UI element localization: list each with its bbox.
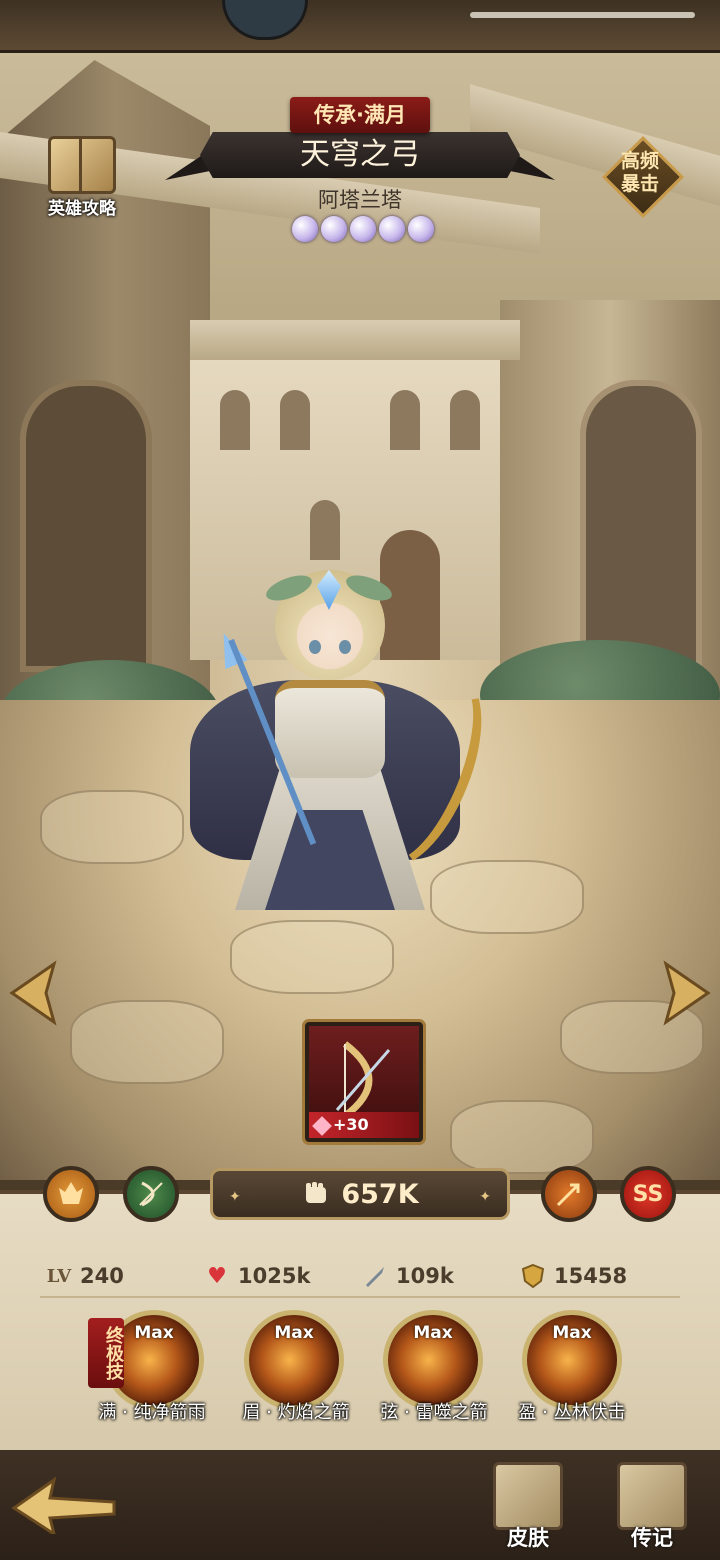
stone [450, 1100, 594, 1174]
skill-4-button[interactable]: Max [522, 1310, 622, 1410]
window [390, 390, 420, 450]
fire-arrow-icon [556, 1183, 580, 1207]
window [450, 390, 480, 450]
level-icon: LV [46, 1265, 72, 1287]
bow-icon [335, 1041, 391, 1119]
stat-hp: ♥ 1025k [204, 1260, 310, 1292]
portrait-icon [493, 1462, 563, 1530]
skin-tab-button[interactable]: 皮肤 [488, 1462, 568, 1552]
sparkle-icon: ✦ [479, 1189, 491, 1205]
arrow-left-icon [9, 960, 57, 1026]
hero-eye [309, 640, 321, 654]
skill-max-label: Max [552, 1323, 592, 1343]
stone [70, 1000, 224, 1084]
faction-badge-icon[interactable] [43, 1166, 99, 1222]
moon-star-icon [379, 216, 405, 242]
moon-star-icon [350, 216, 376, 242]
back-arrow-icon [11, 1476, 116, 1538]
stone [230, 920, 394, 994]
shield-icon [520, 1263, 546, 1289]
damage-type-badge-icon[interactable] [541, 1166, 597, 1222]
combat-power-display: ✦ 657K ✦ [210, 1168, 510, 1220]
combat-power-value: 657K [341, 1178, 419, 1210]
hero-guide-button[interactable]: 英雄攻略 [38, 136, 126, 220]
biography-tab-label: 传记 [631, 1526, 673, 1550]
trait-tag-label: 高频 暴击 [604, 150, 676, 196]
stats-divider [40, 1296, 680, 1298]
flame-crown-icon [59, 1182, 83, 1204]
progress-line [470, 12, 695, 18]
trait-tag[interactable]: 高频 暴击 [601, 135, 685, 219]
skill-2-button[interactable]: Max [244, 1310, 344, 1410]
hero-name: 阿塔兰塔 [318, 188, 402, 212]
skill-max-label: Max [413, 1323, 453, 1343]
previous-hero-button[interactable] [8, 960, 68, 1026]
sword-icon [362, 1263, 388, 1289]
moon-star-icon [321, 216, 347, 242]
sparkle-icon: ✦ [229, 1189, 241, 1205]
moon-star-icon [292, 216, 318, 242]
hero-character[interactable] [180, 560, 505, 920]
exclusive-weapon-slot[interactable]: +30 [305, 1022, 423, 1142]
hp-value: 1025k [238, 1264, 311, 1288]
grade-badge[interactable]: SS [620, 1166, 676, 1222]
bow-class-icon [139, 1181, 163, 1207]
stat-level: LV 240 [46, 1260, 124, 1292]
ultimate-skill-tag: 终极技 [88, 1318, 124, 1388]
book-icon [48, 136, 116, 194]
guild-emblem-icon[interactable] [222, 0, 308, 40]
skill-3-button[interactable]: Max [383, 1310, 483, 1410]
skill-1-label: 满 · 纯净箭雨 [98, 1402, 206, 1423]
cloth-awning [190, 320, 520, 360]
window [310, 500, 340, 560]
trait-tag-text: 高频 暴击 [620, 150, 659, 195]
attack-value: 109k [396, 1264, 454, 1288]
fist-icon [306, 1182, 327, 1203]
hero-title: 天穹之弓 [200, 132, 520, 178]
star-rating [288, 216, 438, 246]
skill-4-label: 盈 · 丛林伏击 [518, 1402, 626, 1423]
skin-tab-label: 皮肤 [507, 1526, 549, 1550]
moon-star-icon [408, 216, 434, 242]
arrow-right-icon [663, 960, 711, 1026]
window [280, 390, 310, 450]
stat-defense: 15458 [520, 1260, 627, 1292]
back-button[interactable] [10, 1474, 120, 1538]
heart-icon: ♥ [207, 1263, 227, 1289]
hero-body [275, 680, 385, 778]
skill-2-label: 眉 · 灼焰之箭 [242, 1402, 350, 1423]
skill-max-label: Max [274, 1323, 314, 1343]
stat-attack: 109k [362, 1260, 454, 1292]
top-bar [0, 0, 720, 53]
window [220, 390, 250, 450]
class-badge-icon[interactable] [123, 1166, 179, 1222]
hero-eye [339, 640, 351, 654]
level-value: 240 [80, 1264, 124, 1288]
open-book-icon [617, 1462, 687, 1530]
grade-label: SS [632, 1181, 664, 1207]
biography-tab-button[interactable]: 传记 [612, 1462, 692, 1552]
skill-3-label: 弦 · 雷噬之箭 [380, 1402, 488, 1423]
stone [40, 790, 184, 864]
defense-value: 15458 [554, 1264, 628, 1288]
next-hero-button[interactable] [652, 960, 712, 1026]
hero-guide-label: 英雄攻略 [48, 199, 116, 219]
left-tower-door [20, 380, 152, 672]
hero-title-tag: 传承·满月 [290, 97, 430, 133]
